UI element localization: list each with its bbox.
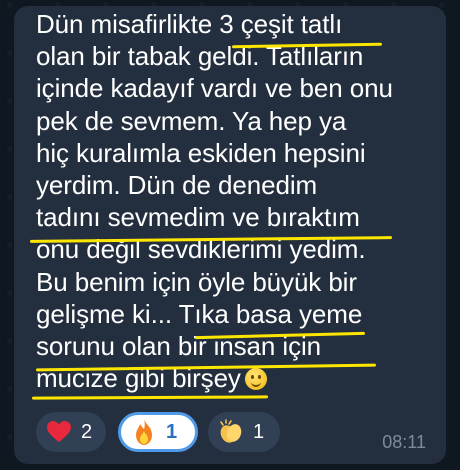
reaction-count: 1 [253,420,265,443]
reaction-count: 2 [81,420,93,443]
message-line: Dün misafirlikte 3 çeşit tatlı [36,9,343,39]
message-line: gelişme ki... Tıka basa yeme [36,298,363,329]
message-line: hiç kuralımla eskiden hepsini [36,137,366,168]
message-timestamp: 08:11 [382,432,426,452]
message-line: Bu benim için öyle büyük bir [36,266,357,297]
reaction-fire-button[interactable]: 1 [118,412,198,452]
reaction-clap-button[interactable]: 1 [208,412,280,452]
fire-icon [130,418,158,446]
reaction-heart-button[interactable]: 2 [36,412,106,452]
message-line: tadını sevmedim ve bıraktım [36,202,360,233]
clapping-hands-icon [217,418,245,446]
reaction-count: 1 [166,420,178,443]
slightly-smiling-face-icon [244,368,267,391]
message-line: içinde kadayıf vardı ve ben onu [36,73,393,104]
red-heart-icon [45,418,73,446]
message-line: yerdim. Dün de denedim [36,169,318,200]
message-line: pek de sevmem. Ya hep ya [36,105,347,136]
